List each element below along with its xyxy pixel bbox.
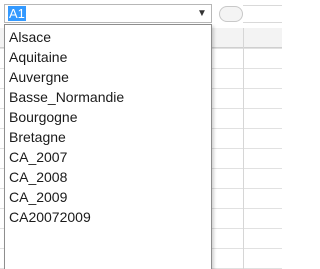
dropdown-item-alsace[interactable]: Alsace <box>9 27 207 47</box>
dropdown-item-ca-2007[interactable]: CA_2007 <box>9 147 207 167</box>
formula-input[interactable] <box>243 5 282 23</box>
dropdown-item-aquitaine[interactable]: Aquitaine <box>9 47 207 67</box>
dropdown-item-ca20072009[interactable]: CA20072009 <box>9 207 207 227</box>
name-box[interactable]: A1 ▼ <box>4 4 212 23</box>
name-box-dropdown-list: Alsace Aquitaine Auvergne Basse_Normandi… <box>4 24 212 269</box>
formula-bar <box>213 4 282 23</box>
formula-bar-resize-handle[interactable] <box>219 6 243 22</box>
name-box-value[interactable]: A1 <box>8 6 26 21</box>
dropdown-item-basse-normandie[interactable]: Basse_Normandie <box>9 87 207 107</box>
dropdown-item-ca-2009[interactable]: CA_2009 <box>9 187 207 207</box>
column-divider <box>243 28 244 269</box>
dropdown-item-ca-2008[interactable]: CA_2008 <box>9 167 207 187</box>
dropdown-item-auvergne[interactable]: Auvergne <box>9 67 207 87</box>
chevron-down-icon[interactable]: ▼ <box>193 5 211 22</box>
dropdown-item-bourgogne[interactable]: Bourgogne <box>9 107 207 127</box>
dropdown-item-bretagne[interactable]: Bretagne <box>9 127 207 147</box>
